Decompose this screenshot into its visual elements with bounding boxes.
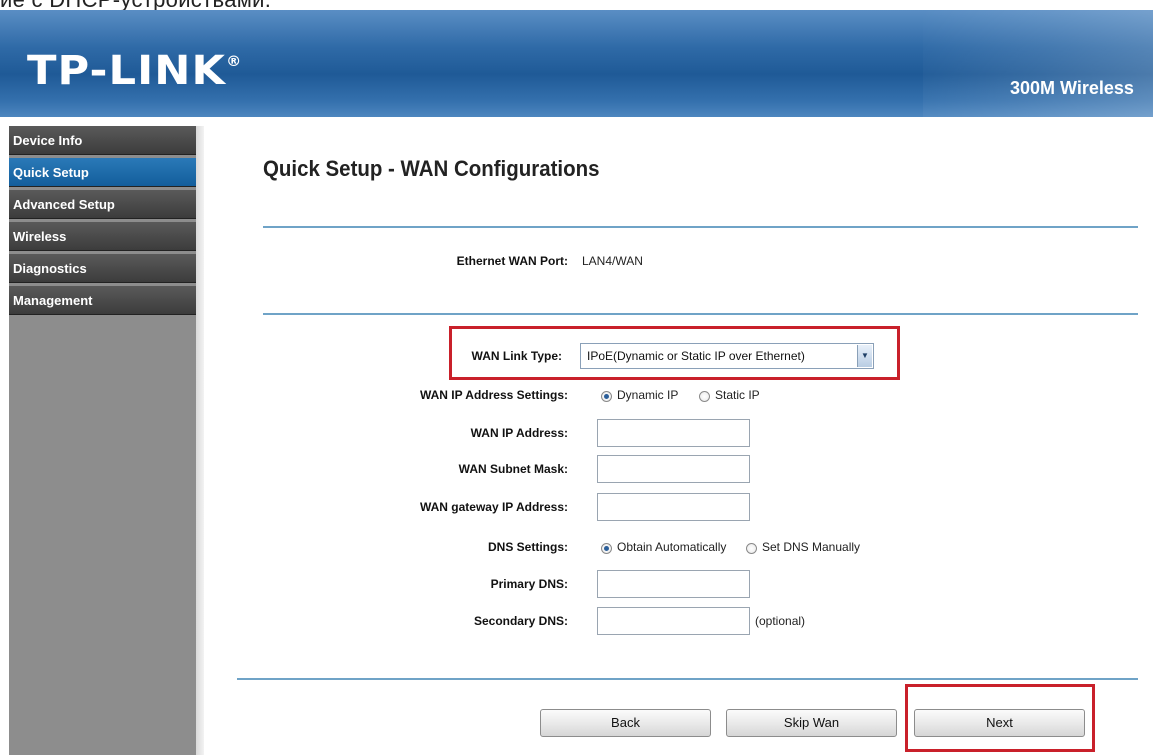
- sidebar-item-quick-setup[interactable]: Quick Setup: [9, 158, 196, 187]
- dns-settings-label: DNS Settings:: [487, 540, 568, 554]
- obtain-dns-automatically-label: Obtain Automatically: [617, 540, 727, 554]
- separator-middle: [263, 313, 1138, 315]
- left-margin: [0, 117, 9, 755]
- wan-gateway-label: WAN gateway IP Address:: [419, 500, 568, 514]
- wan-link-type-value: IPoE(Dynamic or Static IP over Ethernet): [587, 349, 805, 363]
- wan-link-type-select[interactable]: IPoE(Dynamic or Static IP over Ethernet)…: [580, 343, 874, 369]
- static-ip-label: Static IP: [715, 388, 760, 402]
- back-button[interactable]: Back: [540, 709, 711, 737]
- primary-dns-input[interactable]: [597, 570, 750, 598]
- sidebar-item-diagnostics[interactable]: Diagnostics: [9, 254, 196, 283]
- wan-link-type-label: WAN Link Type:: [471, 349, 562, 363]
- wan-ip-address-input[interactable]: [597, 419, 750, 447]
- dynamic-ip-radio[interactable]: [601, 391, 612, 402]
- set-dns-manually-radio[interactable]: [746, 543, 757, 554]
- sidebar-menu: Device Info Quick Setup Advanced Setup W…: [9, 126, 196, 755]
- skip-wan-button[interactable]: Skip Wan: [726, 709, 897, 737]
- dynamic-ip-label: Dynamic IP: [617, 388, 679, 402]
- ethernet-wan-port-value: LAN4/WAN: [582, 254, 643, 268]
- secondary-dns-input[interactable]: [597, 607, 750, 635]
- secondary-dns-label: Secondary DNS:: [473, 614, 568, 628]
- next-button[interactable]: Next: [914, 709, 1085, 737]
- sidebar-divider: [196, 126, 204, 755]
- ethernet-wan-port-label: Ethernet WAN Port:: [456, 254, 568, 268]
- page-title: Quick Setup - WAN Configurations: [263, 156, 600, 181]
- model-name: 300M Wireless: [1010, 78, 1134, 98]
- tp-link-logo: TP-LINK®: [27, 48, 243, 94]
- dropdown-arrow-icon[interactable]: ▼: [857, 345, 872, 367]
- static-ip-radio[interactable]: [699, 391, 710, 402]
- wan-ip-address-label: WAN IP Address:: [470, 426, 568, 440]
- router-header: TP-LINK® 300M Wireless: [0, 10, 1153, 117]
- set-dns-manually-label: Set DNS Manually: [762, 540, 861, 554]
- sidebar-item-advanced-setup[interactable]: Advanced Setup: [9, 190, 196, 219]
- sidebar-item-management[interactable]: Management: [9, 286, 196, 315]
- sidebar-item-device-info[interactable]: Device Info: [9, 126, 196, 155]
- wan-subnet-mask-input[interactable]: [597, 455, 750, 483]
- obtain-dns-automatically-radio[interactable]: [601, 543, 612, 554]
- wan-gateway-input[interactable]: [597, 493, 750, 521]
- wan-subnet-mask-label: WAN Subnet Mask:: [458, 462, 568, 476]
- sidebar-item-wireless[interactable]: Wireless: [9, 222, 196, 251]
- wan-ip-settings-label: WAN IP Address Settings:: [419, 388, 568, 402]
- secondary-dns-optional-note: (optional): [755, 614, 806, 628]
- separator-bottom: [237, 678, 1138, 680]
- primary-dns-label: Primary DNS:: [490, 577, 568, 591]
- separator-top: [263, 226, 1138, 228]
